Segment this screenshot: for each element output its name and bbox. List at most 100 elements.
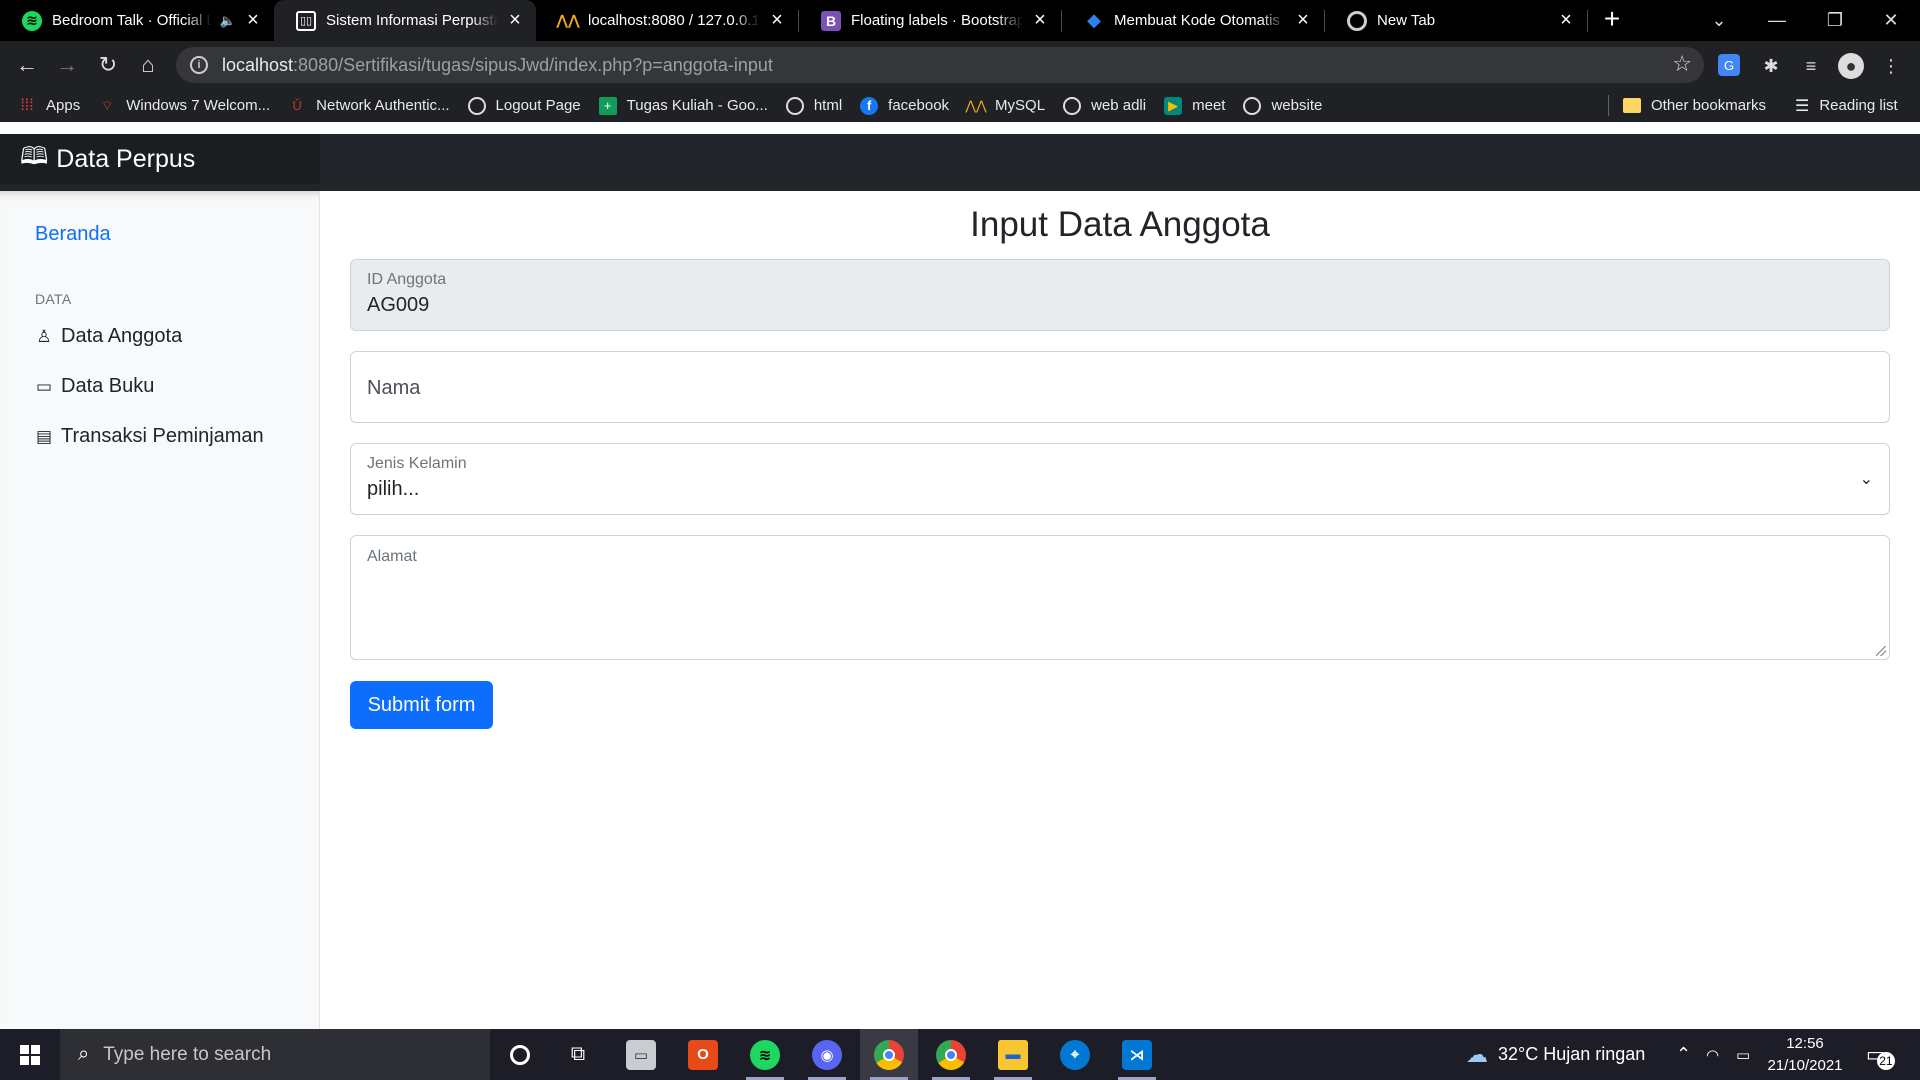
taskbar-app-chrome[interactable] (860, 1029, 918, 1080)
site-info-icon[interactable]: i (190, 56, 208, 74)
sidebar-item-label: Data Anggota (61, 325, 183, 347)
close-icon[interactable]: × (1557, 9, 1575, 32)
resize-handle[interactable] (1876, 646, 1886, 656)
clock[interactable]: 12:56 21/10/2021 (1760, 1033, 1850, 1077)
home-icon[interactable]: ⌂ (133, 50, 163, 80)
bookmark-label: Logout Page (495, 97, 581, 114)
reading-list[interactable]: ☰ Reading list (1795, 89, 1898, 122)
taskbar-app-chrome-profile[interactable] (922, 1029, 980, 1080)
taskbar-app-discord[interactable]: ◉ (798, 1029, 856, 1080)
tab-phpmyadmin[interactable]: ⋀⋀ localhost:8080 / 127.0.0.1 / db × (536, 0, 798, 41)
tab-title: Floating labels · Bootstrap v5 (851, 12, 1023, 29)
spotify-icon: ≋ (22, 10, 42, 31)
back-icon[interactable]: ← (12, 50, 42, 80)
wifi-icon: ◠ (1706, 1046, 1720, 1064)
new-tab-button[interactable]: + (1597, 5, 1627, 35)
bookmark-tugas-kuliah[interactable]: + Tugas Kuliah - Goo... (598, 96, 768, 115)
bookmarks-bar: ⁞⁞⁞ Apps ⌔ Windows 7 Welcom... Ǔ Network Au… (0, 89, 1920, 122)
show-hidden-icons[interactable]: ⌃ (1676, 1029, 1691, 1080)
tab-bootstrap[interactable]: B Floating labels · Bootstrap v5 × (799, 0, 1061, 41)
close-icon[interactable]: × (244, 9, 262, 32)
taskbar-search[interactable]: ⌕ Type here to search (60, 1029, 490, 1080)
submit-button[interactable]: Submit form (350, 681, 493, 729)
tab-spotify[interactable]: ≋ Bedroom Talk · Official Lyric Video 🔈 … (0, 0, 274, 41)
bookmark-mysql[interactable]: ⋀⋀ MySQL (965, 97, 1045, 115)
taskbar-app-file-explorer[interactable]: ▬ (984, 1029, 1042, 1080)
alamat-textarea[interactable]: Alamat (350, 535, 1890, 660)
translate-icon[interactable]: G (1718, 54, 1740, 76)
bookmark-windows7[interactable]: ⌔ Windows 7 Welcom... (98, 97, 270, 115)
bookmark-network-auth[interactable]: Ǔ Network Authentic... (288, 97, 449, 115)
sidebar-item-label: Transaksi Peminjaman (61, 425, 264, 447)
battery-tray[interactable]: ▭ (1736, 1029, 1750, 1080)
person-icon: ♙ (36, 326, 52, 346)
bookmarks-separator (1608, 95, 1609, 116)
tab-search-icon[interactable]: ⌄ (1690, 0, 1748, 41)
chrome-profile-icon (936, 1039, 966, 1070)
speaker-icon[interactable]: 🔈 (220, 13, 236, 29)
browser-toolbar: ← → ↻ ⌂ i localhost:8080/Sertifikasi/tug… (0, 41, 1920, 89)
reload-icon[interactable]: ↻ (93, 50, 123, 80)
minimize-button[interactable]: — (1748, 0, 1806, 41)
sidebar-item-beranda[interactable]: Beranda (35, 223, 111, 246)
taskbar-app-tablet[interactable]: ▭ (612, 1029, 670, 1080)
jenis-kelamin-value: pilih... (367, 478, 420, 500)
office-icon: O (688, 1039, 718, 1070)
menu-icon[interactable]: ⋮ (1878, 53, 1904, 79)
bookmark-meet[interactable]: ▶ meet (1164, 96, 1225, 115)
bookmark-logout[interactable]: Logout Page (467, 96, 581, 115)
book-icon: ▭ (35, 376, 53, 396)
tab-sistem-informasi[interactable]: ▯▯ Sistem Informasi Perpustakaan × (274, 0, 536, 41)
other-bookmarks[interactable]: Other bookmarks (1623, 89, 1766, 122)
cortana-button[interactable] (491, 1029, 549, 1080)
tablet-app-icon: ▭ (626, 1039, 656, 1070)
reading-list-icon: ☰ (1795, 97, 1810, 115)
other-bookmarks-label: Other bookmarks (1651, 97, 1767, 114)
chrome-icon (1347, 10, 1367, 31)
id-anggota-value: AG009 (367, 294, 430, 316)
bookmark-website[interactable]: website (1243, 96, 1322, 115)
taskbar-app-vscode[interactable]: ⋊ (1108, 1029, 1166, 1080)
jenis-kelamin-select[interactable]: Jenis Kelamin pilih... ⌄ (350, 443, 1890, 515)
notification-center[interactable]: ▭ 21 (1866, 1029, 1895, 1080)
close-icon[interactable]: × (1294, 9, 1312, 32)
close-icon[interactable]: × (506, 9, 524, 32)
search-placeholder: Type here to search (103, 1043, 272, 1065)
tab-new-tab[interactable]: New Tab × (1325, 0, 1587, 41)
restore-button[interactable]: ❐ (1806, 0, 1864, 41)
weather-widget[interactable]: ☁ 32°C Hujan ringan (1466, 1029, 1645, 1080)
sidebar-item-data-anggota[interactable]: ♙ Data Anggota (35, 325, 182, 348)
network-tray[interactable]: ◠ (1706, 1029, 1719, 1080)
tab-title: Membuat Kode Otomatis Dengan (1114, 12, 1286, 29)
brand-link[interactable]: 🕮 Data Perpus (0, 134, 320, 184)
bookmark-star-icon[interactable]: ☆ (1672, 51, 1692, 77)
extensions-icon[interactable]: ✱ (1758, 53, 1784, 79)
close-window-button[interactable]: ✕ (1862, 0, 1920, 41)
close-icon[interactable]: × (1031, 9, 1049, 32)
close-icon[interactable]: × (768, 9, 786, 32)
journal-icon: ▤ (35, 426, 53, 446)
tab-membuat-kode[interactable]: ◆ Membuat Kode Otomatis Dengan × (1062, 0, 1324, 41)
tab-strip: ≋ Bedroom Talk · Official Lyric Video 🔈 … (0, 0, 1920, 41)
taskbar-app-office[interactable]: O (674, 1029, 732, 1080)
profile-avatar[interactable]: ● (1838, 53, 1864, 79)
bookmark-label: Network Authentic... (316, 97, 450, 114)
bookmark-web-adli[interactable]: web adli (1063, 96, 1146, 115)
tab-separator (1587, 10, 1588, 32)
nama-input[interactable]: Nama (350, 351, 1890, 423)
taskbar-app-spotify[interactable]: ≋ (736, 1029, 794, 1080)
bookmark-html[interactable]: html (785, 96, 842, 115)
bookmark-facebook[interactable]: f facebook (860, 96, 949, 115)
start-button[interactable] (0, 1029, 60, 1080)
cloud-rain-icon: ☁ (1466, 1041, 1488, 1067)
forward-icon[interactable]: → (52, 50, 82, 80)
address-bar[interactable]: i localhost:8080/Sertifikasi/tugas/sipus… (176, 47, 1704, 83)
taskbar: ⌕ Type here to search ⧉ ▭ O ≋ ◉ ▬ ⌖ ⋊ ☁ … (0, 1029, 1920, 1080)
globe-icon (1063, 96, 1082, 115)
sidebar-item-transaksi-peminjaman[interactable]: ▤ Transaksi Peminjaman (35, 425, 264, 448)
media-control-icon[interactable]: ≡ (1798, 53, 1824, 79)
bookmark-apps[interactable]: ⁞⁞⁞ Apps (18, 97, 80, 115)
task-view-button[interactable]: ⧉ (549, 1029, 607, 1080)
sidebar-item-data-buku[interactable]: ▭ Data Buku (35, 375, 154, 398)
taskbar-app-maps[interactable]: ⌖ (1046, 1029, 1104, 1080)
